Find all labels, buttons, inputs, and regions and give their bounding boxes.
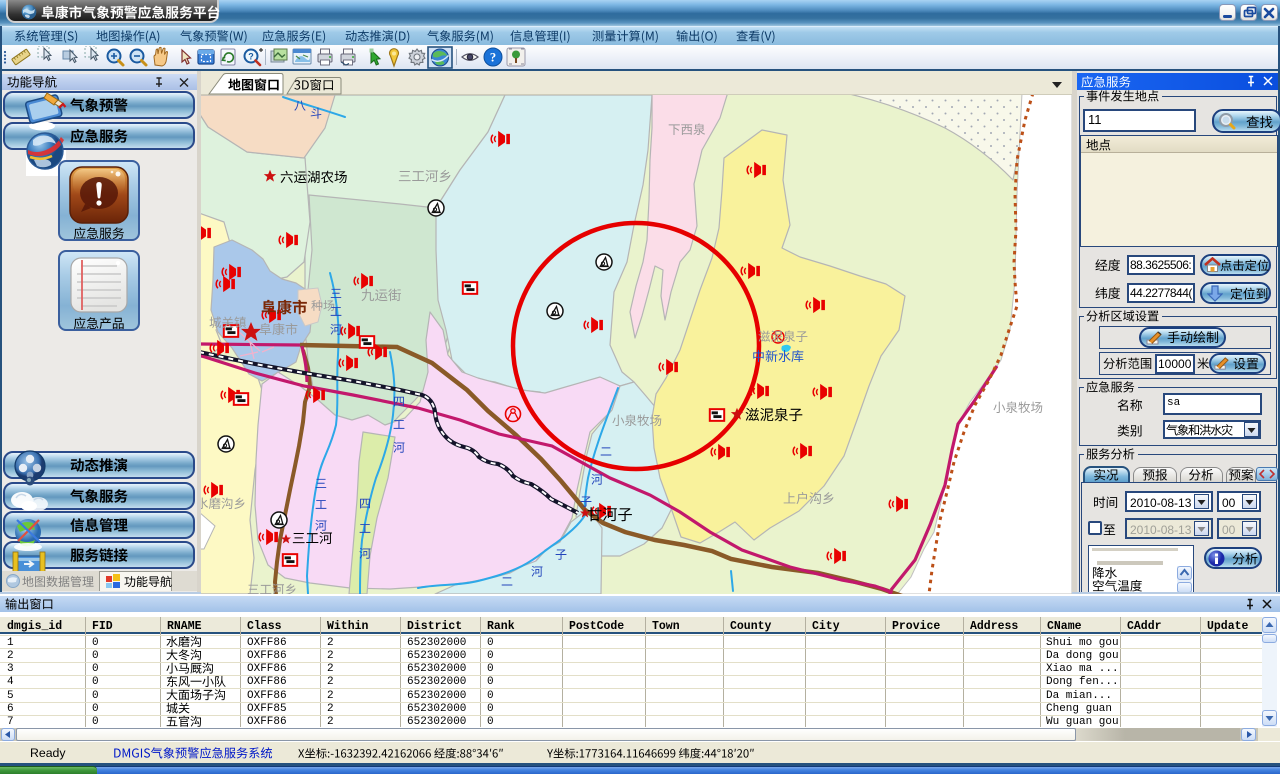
svg-text:?: ? — [248, 52, 254, 62]
svg-text:?: ? — [490, 51, 496, 65]
